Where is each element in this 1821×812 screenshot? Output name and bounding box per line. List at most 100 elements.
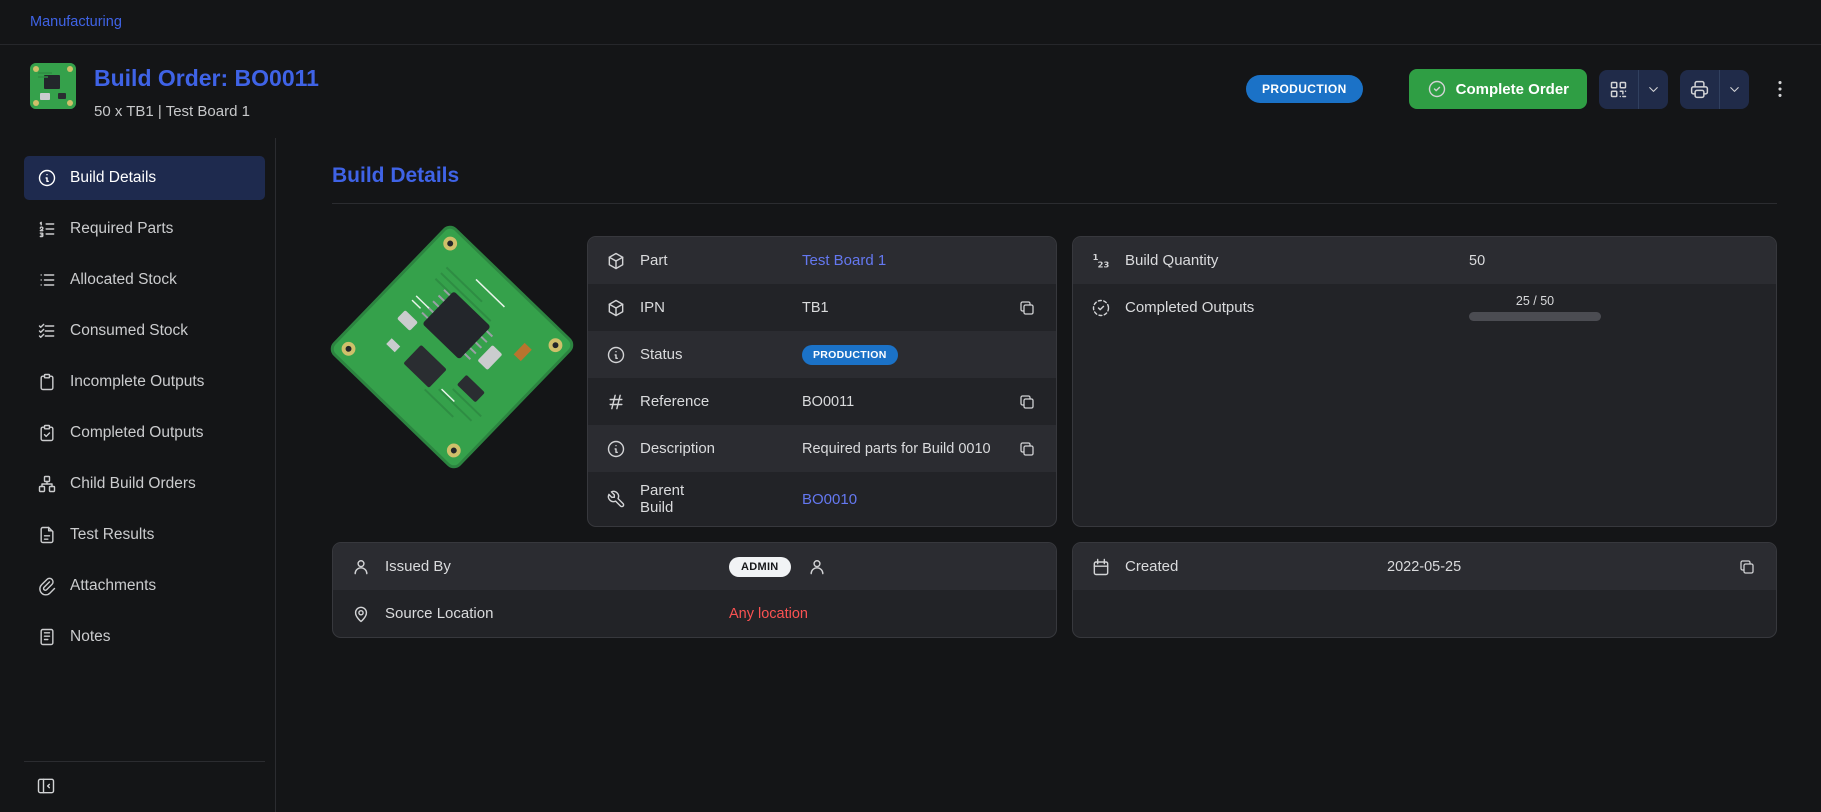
sidebar-item-label: Child Build Orders [70, 475, 196, 493]
print-button[interactable] [1680, 70, 1719, 109]
sidebar-item-consumed-stock[interactable]: Consumed Stock [24, 309, 265, 353]
panel-divider [332, 203, 1777, 204]
hash-icon [606, 392, 626, 412]
tools-icon [606, 489, 626, 509]
barcode-menu-chevron[interactable] [1638, 70, 1668, 109]
completed-progress: 25 / 50 [1469, 294, 1601, 321]
box-icon [606, 298, 626, 318]
actions-menu-button[interactable] [1765, 74, 1795, 104]
sidebar-item-child-build-orders[interactable]: Child Build Orders [24, 462, 265, 506]
sidebar: Build Details Required Parts Allocated S… [24, 138, 276, 812]
sidebar-item-attachments[interactable]: Attachments [24, 564, 265, 608]
progress-label: 25 / 50 [1516, 294, 1554, 308]
sidebar-item-label: Notes [70, 628, 111, 646]
row-label: Created [1125, 558, 1373, 575]
build-quantity-table: 123 Build Quantity 50 Completed Outputs … [1072, 236, 1777, 527]
notes-icon [37, 627, 57, 647]
sidebar-item-label: Required Parts [70, 220, 173, 238]
copy-button[interactable] [1016, 438, 1038, 460]
header-actions: PRODUCTION Complete Order [1246, 69, 1795, 109]
page-header: Build Order: BO0011 50 x TB1 | Test Boar… [0, 45, 1821, 138]
row-label: IPN [640, 299, 788, 316]
copy-button[interactable] [1016, 391, 1038, 413]
sidebar-item-test-results[interactable]: Test Results [24, 513, 265, 557]
detail-row-issued-by: Issued By ADMIN [333, 543, 1056, 590]
details-grid: Part Test Board 1 IPN TB1 Status [332, 236, 1777, 638]
source-location-value: Any location [729, 606, 1038, 622]
row-label: Part [640, 252, 788, 269]
part-image[interactable] [332, 236, 572, 527]
collapse-sidebar-button[interactable] [36, 776, 56, 796]
detail-row-reference: Reference BO0011 [588, 378, 1056, 425]
page-body: Build Details Required Parts Allocated S… [0, 138, 1821, 812]
copy-button[interactable] [1016, 297, 1038, 319]
box-icon [606, 251, 626, 271]
numbers-123-icon: 123 [1091, 251, 1111, 271]
detail-row-created: Created 2022-05-25 [1073, 543, 1776, 590]
detail-row-completed-outputs: Completed Outputs 25 / 50 [1073, 284, 1776, 331]
part-link[interactable]: Test Board 1 [802, 252, 886, 269]
page-subtitle: 50 x TB1 | Test Board 1 [94, 103, 319, 120]
part-thumbnail[interactable] [30, 63, 76, 109]
sidebar-item-required-parts[interactable]: Required Parts [24, 207, 265, 251]
info-circle-icon [37, 168, 57, 188]
sidebar-item-label: Consumed Stock [70, 322, 188, 340]
row-label: Completed Outputs [1125, 299, 1455, 316]
sidebar-item-build-details[interactable]: Build Details [24, 156, 265, 200]
created-value: 2022-05-25 [1387, 559, 1722, 575]
parent-build-link[interactable]: BO0010 [802, 491, 857, 508]
sidebar-item-label: Completed Outputs [70, 424, 204, 442]
sidebar-item-label: Allocated Stock [70, 271, 177, 289]
copy-icon [1018, 393, 1036, 411]
detail-row-source-location: Source Location Any location [333, 590, 1056, 637]
paperclip-icon [37, 576, 57, 596]
sidebar-item-incomplete-outputs[interactable]: Incomplete Outputs [24, 360, 265, 404]
svg-text:23: 23 [1098, 259, 1110, 269]
print-menu-chevron[interactable] [1719, 70, 1749, 109]
main-panel: Build Details [276, 138, 1821, 812]
sidebar-collapse-icon [36, 776, 56, 796]
detail-row-ipn: IPN TB1 [588, 284, 1056, 331]
sitemap-icon [37, 474, 57, 494]
sidebar-item-allocated-stock[interactable]: Allocated Stock [24, 258, 265, 302]
sidebar-item-completed-outputs[interactable]: Completed Outputs [24, 411, 265, 455]
qr-code-icon [1608, 79, 1629, 100]
qr-code-button[interactable] [1599, 70, 1638, 109]
info-circle-icon [606, 345, 626, 365]
breadcrumb-link-manufacturing[interactable]: Manufacturing [30, 14, 122, 30]
sidebar-item-label: Test Results [70, 526, 154, 544]
circle-check-icon [1427, 79, 1447, 99]
progress-bar [1469, 312, 1601, 321]
detail-row-description: Description Required parts for Build 001… [588, 425, 1056, 472]
description-value: Required parts for Build 0010 [802, 441, 1002, 457]
user-icon [807, 557, 827, 577]
row-label: Description [640, 440, 788, 457]
clipboard-icon [37, 372, 57, 392]
row-label: Status [640, 346, 788, 363]
breadcrumb: Manufacturing [0, 0, 1821, 45]
user-icon [351, 557, 371, 577]
created-table: Created 2022-05-25 [1072, 542, 1777, 638]
build-details-table: Part Test Board 1 IPN TB1 Status [587, 236, 1057, 527]
complete-order-button[interactable]: Complete Order [1409, 69, 1587, 109]
copy-icon [1738, 558, 1756, 576]
row-label: Reference [640, 393, 788, 410]
copy-button[interactable] [1736, 556, 1758, 578]
copy-icon [1018, 440, 1036, 458]
status-badge: PRODUCTION [1246, 75, 1363, 103]
sidebar-item-label: Build Details [70, 169, 156, 187]
list-icon [37, 270, 57, 290]
chevron-down-icon [1727, 82, 1742, 97]
row-label: Parent Build [640, 482, 710, 516]
build-order-page: Manufacturing Build Order: BO0011 50 x T… [0, 0, 1821, 812]
list-check-icon [37, 321, 57, 341]
info-circle-icon [606, 439, 626, 459]
row-label: Issued By [385, 558, 715, 575]
detail-row-part: Part Test Board 1 [588, 237, 1056, 284]
detail-row-build-quantity: 123 Build Quantity 50 [1073, 237, 1776, 284]
sidebar-item-notes[interactable]: Notes [24, 615, 265, 659]
row-label: Build Quantity [1125, 252, 1455, 269]
dots-vertical-icon [1769, 78, 1791, 100]
ipn-value: TB1 [802, 300, 1002, 316]
test-report-icon [37, 525, 57, 545]
